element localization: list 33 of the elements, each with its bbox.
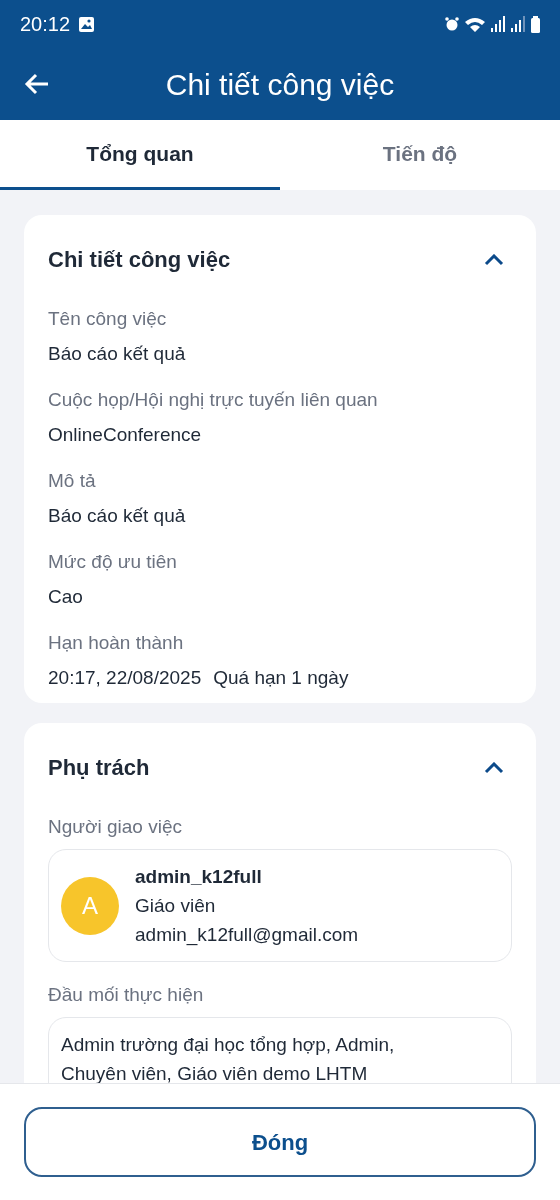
- chevron-up-icon[interactable]: [484, 253, 504, 266]
- chevron-up-icon[interactable]: [484, 761, 504, 774]
- close-button[interactable]: Đóng: [24, 1107, 536, 1177]
- section-title: Phụ trách: [48, 754, 150, 782]
- tab[interactable]: Tổng quan: [0, 120, 280, 190]
- field-value: 20:17, 22/08/2025: [48, 666, 202, 690]
- alarm-icon: [445, 17, 459, 31]
- wifi-icon: [465, 15, 485, 33]
- person-name: admin_k12full: [135, 865, 263, 889]
- field-value: Cao: [48, 585, 84, 609]
- status-time: 20:12: [20, 12, 71, 37]
- field-label: Hạn hoàn thành: [48, 631, 185, 655]
- back-icon[interactable]: [24, 73, 50, 95]
- field-value: Báo cáo kết quả: [48, 342, 187, 366]
- field-label: Tên công việc: [48, 307, 168, 331]
- section-title: Chi tiết công việc: [48, 246, 231, 274]
- field-label: Cuộc họp/Hội nghị trực tuyến liên quan: [48, 388, 379, 412]
- tab[interactable]: Tiến độ: [280, 120, 560, 190]
- field-label: Mô tả: [48, 469, 97, 493]
- field-label: Đầu mối thực hiện: [48, 983, 205, 1007]
- field-value: OnlineConference: [48, 423, 203, 447]
- battery-icon: [531, 15, 540, 33]
- person-email: admin_k12full@gmail.com: [135, 923, 359, 948]
- image-icon: [78, 15, 96, 33]
- avatar: A: [61, 876, 119, 935]
- signal-icon: [491, 16, 505, 32]
- page-title: Chi tiết công việc: [164, 66, 396, 103]
- field-value: Báo cáo kết quả: [48, 504, 187, 528]
- field-label: Người giao việc: [48, 815, 183, 839]
- overdue-note: Quá hạn 1 ngày: [213, 666, 349, 690]
- person-role: Giáo viên: [135, 894, 217, 918]
- signal-icon: [511, 16, 525, 32]
- field-label: Mức độ ưu tiên: [48, 550, 178, 574]
